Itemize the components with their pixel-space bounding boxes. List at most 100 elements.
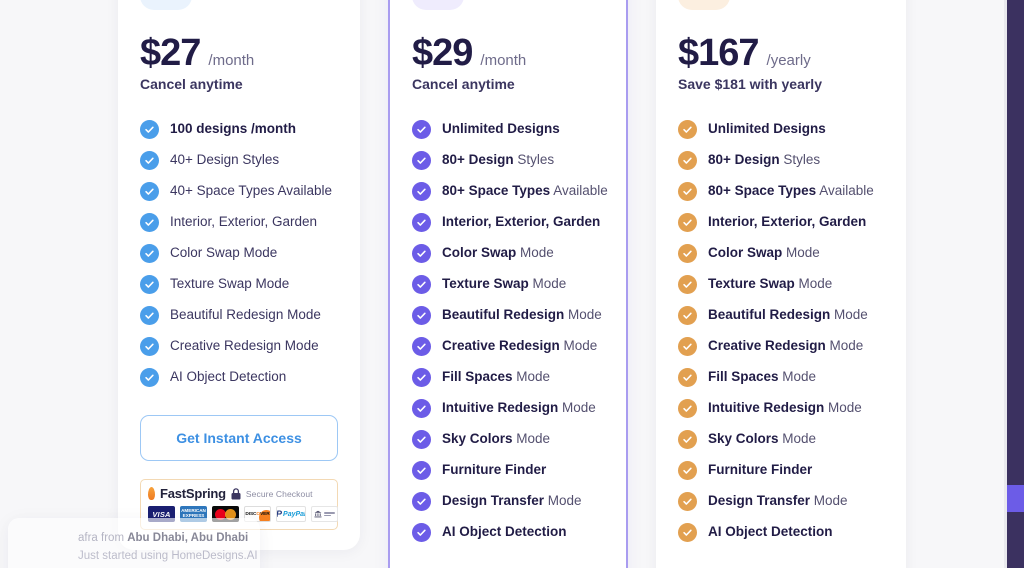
price-amount: $29	[412, 32, 473, 74]
price-note: Save $181 with yearly	[678, 76, 822, 92]
check-icon	[412, 275, 431, 294]
toast-location: Abu Dhabi, Abu Dhabi	[127, 532, 249, 544]
check-icon	[678, 337, 697, 356]
check-icon	[140, 275, 159, 294]
feature-label: Sky Colors Mode	[708, 431, 817, 447]
check-icon	[412, 461, 431, 480]
feature-label: AI Object Detection	[442, 524, 567, 540]
feature-item: Fill Spaces Mode	[412, 362, 604, 393]
toast-action: Just started using HomeDesigns.AI	[78, 550, 258, 562]
check-icon	[140, 213, 159, 232]
check-icon	[140, 151, 159, 170]
feature-list-pro-yearly: Unlimited Designs 80+ Design Styles 80+ Sp…	[678, 114, 884, 548]
feature-item: Beautiful Redesign Mode	[412, 300, 604, 331]
feature-item: 80+ Space Types Available	[678, 176, 884, 207]
feature-label: Beautiful Redesign Mode	[708, 307, 868, 323]
feature-label: Texture Swap Mode	[708, 276, 833, 292]
feature-item: Color Swap Mode	[412, 238, 604, 269]
panels-icon	[412, 0, 464, 10]
feature-label: Creative Redesign Mode	[170, 338, 319, 354]
price-period: /month	[208, 52, 255, 69]
price-amount: $167	[678, 32, 760, 74]
pricing-card-individual[interactable]: INDIVIDUAL $27 /month Cancel anytime 100…	[118, 0, 360, 550]
feature-label: Sky Colors Mode	[442, 431, 551, 447]
check-icon	[412, 306, 431, 325]
check-icon	[412, 244, 431, 263]
feature-label: Interior, Exterior, Garden	[708, 214, 867, 230]
feature-label: AI Object Detection	[708, 524, 833, 540]
paypal-icon: P PayPal	[276, 506, 306, 522]
secure-checkout-label: Secure Checkout	[245, 488, 313, 499]
feature-label: Texture Swap Mode	[442, 276, 567, 292]
feature-item: Furniture Finder	[678, 455, 884, 486]
check-icon	[678, 430, 697, 449]
toast-from-label: from	[97, 532, 128, 544]
check-icon	[140, 244, 159, 263]
check-icon	[412, 182, 431, 201]
feature-item: 40+ Space Types Available	[140, 176, 338, 207]
check-icon	[678, 275, 697, 294]
feature-label: Intuitive Redesign Mode	[442, 400, 596, 416]
feature-list-individual: 100 designs /month 40+ Design Styles 40+ S…	[140, 114, 338, 393]
feature-label: Furniture Finder	[708, 462, 813, 478]
feature-label: Creative Redesign Mode	[708, 338, 864, 354]
pricing-card-pro[interactable]: PRO MOST POPULAR $29 /month Cancel anyti…	[388, 0, 628, 568]
check-icon	[140, 368, 159, 387]
price-amount: $27	[140, 32, 201, 74]
feature-label: 80+ Design Styles	[442, 152, 555, 168]
feature-label: 100 designs /month	[170, 121, 297, 137]
pricing-card-pro-yearly[interactable]: PRO YEARLY $167 /yearly Save $181 with y…	[656, 0, 906, 568]
feature-item: 80+ Design Styles	[678, 145, 884, 176]
check-icon	[678, 399, 697, 418]
feature-label: Color Swap Mode	[442, 245, 554, 261]
check-icon	[678, 151, 697, 170]
feature-item: Intuitive Redesign Mode	[678, 393, 884, 424]
check-icon	[412, 151, 431, 170]
feature-item: Texture Swap Mode	[140, 269, 338, 300]
check-icon	[412, 120, 431, 139]
price-note: Cancel anytime	[140, 76, 243, 92]
feature-item: Beautiful Redesign Mode	[140, 300, 338, 331]
feature-item: Unlimited Designs	[678, 114, 884, 145]
activity-toast[interactable]: afra from Abu Dhabi, Abu Dhabi Just star…	[8, 518, 260, 568]
feature-item: Color Swap Mode	[140, 238, 338, 269]
feature-item: 100 designs /month	[140, 114, 338, 145]
feature-label: Fill Spaces Mode	[442, 369, 551, 385]
check-icon	[678, 492, 697, 511]
check-icon	[678, 182, 697, 201]
check-icon	[678, 213, 697, 232]
feature-item: Creative Redesign Mode	[140, 331, 338, 362]
feature-label: Unlimited Designs	[708, 121, 826, 137]
check-icon	[678, 244, 697, 263]
check-icon	[678, 120, 697, 139]
feature-item: Creative Redesign Mode	[412, 331, 604, 362]
feature-label: AI Object Detection	[170, 369, 287, 385]
check-icon	[140, 337, 159, 356]
check-icon	[678, 523, 697, 542]
feature-label: Beautiful Redesign Mode	[170, 307, 321, 323]
feature-item: Sky Colors Mode	[412, 424, 604, 455]
feature-label: Color Swap Mode	[708, 245, 820, 261]
check-icon	[412, 337, 431, 356]
feature-label: Creative Redesign Mode	[442, 338, 598, 354]
feature-item: Creative Redesign Mode	[678, 331, 884, 362]
feature-label: Design Transfer Mode	[442, 493, 582, 509]
feature-item: Intuitive Redesign Mode	[412, 393, 604, 424]
scrollbar-thumb[interactable]	[1007, 485, 1024, 512]
plan-title-wrap: PRO MOST POPULAR	[477, 0, 566, 1]
feature-item: Texture Swap Mode	[412, 269, 604, 300]
feature-item: Design Transfer Mode	[412, 486, 604, 517]
feature-item: Sky Colors Mode	[678, 424, 884, 455]
card-header: PRO MOST POPULAR	[412, 0, 604, 10]
cube-icon	[678, 0, 730, 10]
lock-icon	[231, 487, 241, 499]
feature-item: AI Object Detection	[140, 362, 338, 393]
right-side-rail	[1007, 0, 1024, 568]
check-icon	[678, 368, 697, 387]
feature-item: Fill Spaces Mode	[678, 362, 884, 393]
feature-label: Color Swap Mode	[170, 245, 278, 261]
get-instant-access-button[interactable]: Get Instant Access	[140, 415, 338, 461]
price-row: $27 /month	[140, 34, 338, 72]
feature-label: Furniture Finder	[442, 462, 547, 478]
most-popular-badge: MOST POPULAR	[477, 0, 566, 1]
